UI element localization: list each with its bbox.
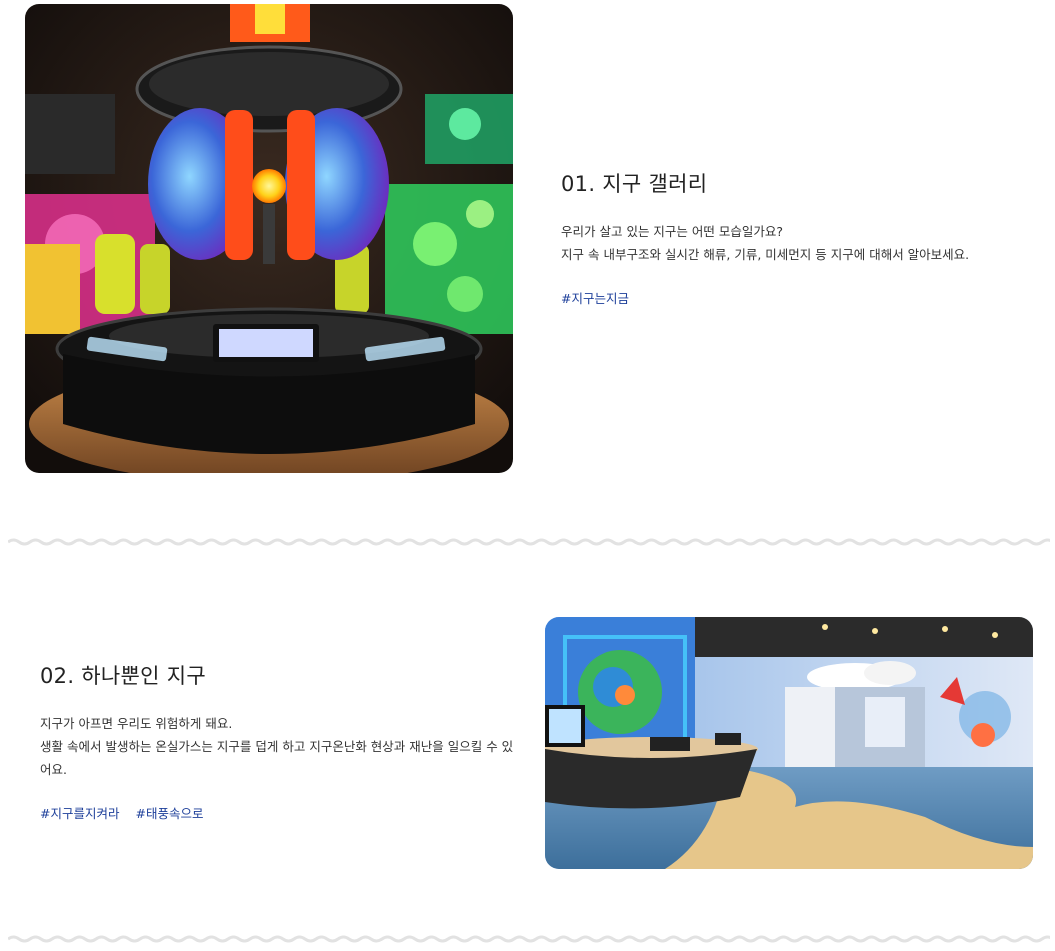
tag-list: #지구는지금 <box>561 288 1031 307</box>
one-earth-text: 02. 하나뿐인 지구 지구가 아프면 우리도 위험하게 돼요. 생활 속에서 … <box>40 660 518 822</box>
one-earth-photo <box>545 617 1033 869</box>
section-description: 지구가 아프면 우리도 위험하게 돼요. 생활 속에서 발생하는 온실가스는 지… <box>40 712 518 781</box>
tag-link[interactable]: #지구를지켜라 <box>40 806 119 821</box>
earth-gallery-photo <box>25 4 513 473</box>
section-title: 02. 하나뿐인 지구 <box>40 664 206 688</box>
description-line: 지구 속 내부구조와 실시간 해류, 기류, 미세먼지 등 지구에 대해서 알아… <box>561 247 970 262</box>
description-line: 생활 속에서 발생하는 온실가스는 지구를 덥게 하고 지구온난화 현상과 재난… <box>40 739 514 777</box>
wave-divider <box>8 935 1050 943</box>
wave-divider <box>8 538 1050 546</box>
earth-gallery-text: 01. 지구 갤러리 우리가 살고 있는 지구는 어떤 모습일가요? 지구 속 … <box>561 168 1031 307</box>
section-description: 우리가 살고 있는 지구는 어떤 모습일가요? 지구 속 내부구조와 실시간 해… <box>561 220 1031 266</box>
section-title: 01. 지구 갤러리 <box>561 172 708 196</box>
tag-link[interactable]: #태풍속으로 <box>135 806 203 821</box>
description-line: 지구가 아프면 우리도 위험하게 돼요. <box>40 716 233 731</box>
tag-link[interactable]: #지구는지금 <box>561 291 629 306</box>
description-line: 우리가 살고 있는 지구는 어떤 모습일가요? <box>561 224 784 239</box>
tag-list: #지구를지켜라 #태풍속으로 <box>40 803 518 822</box>
